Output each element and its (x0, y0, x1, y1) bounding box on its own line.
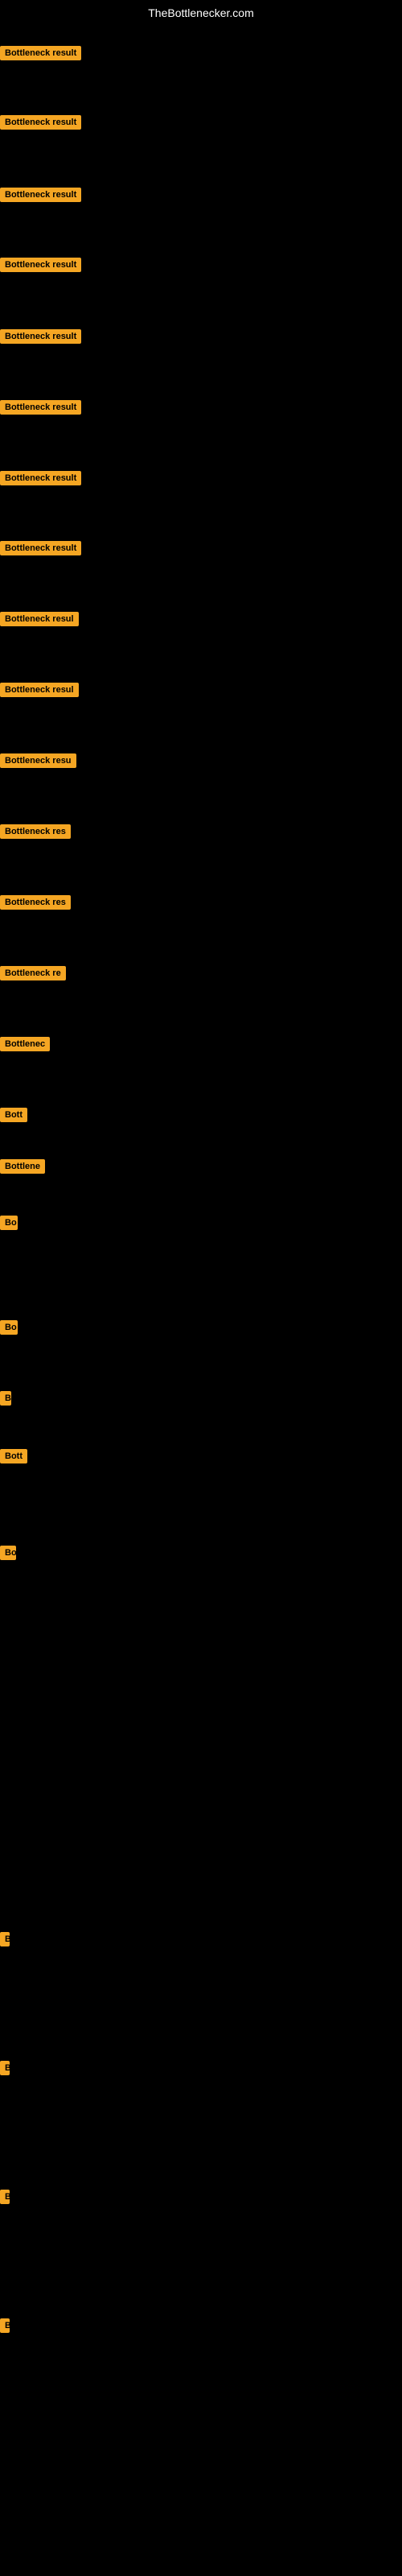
bottleneck-badge-9: Bottleneck resul (0, 612, 79, 626)
bottleneck-badge-19: Bo (0, 1320, 18, 1335)
bottleneck-badge-16: Bott (0, 1108, 27, 1122)
bottleneck-badge-12: Bottleneck res (0, 824, 71, 839)
bottleneck-badge-23: B (0, 1932, 10, 1946)
bottleneck-badge-7: Bottleneck result (0, 471, 81, 485)
bottleneck-badge-25: B (0, 2190, 10, 2204)
bottleneck-badge-11: Bottleneck resu (0, 753, 76, 768)
bottleneck-badge-20: B (0, 1391, 11, 1406)
bottleneck-badge-17: Bottlene (0, 1159, 45, 1174)
site-title: TheBottlenecker.com (0, 0, 402, 26)
bottleneck-badge-18: Bo (0, 1216, 18, 1230)
bottleneck-badge-5: Bottleneck result (0, 329, 81, 344)
bottleneck-badge-4: Bottleneck result (0, 258, 81, 272)
bottleneck-badge-26: B (0, 2318, 10, 2333)
bottleneck-badge-22: Bo (0, 1546, 16, 1560)
bottleneck-badge-1: Bottleneck result (0, 46, 81, 60)
bottleneck-badge-8: Bottleneck result (0, 541, 81, 555)
bottleneck-badge-24: B (0, 2061, 10, 2075)
bottleneck-badge-10: Bottleneck resul (0, 683, 79, 697)
bottleneck-badge-14: Bottleneck re (0, 966, 66, 980)
bottleneck-badge-2: Bottleneck result (0, 115, 81, 130)
bottleneck-badge-13: Bottleneck res (0, 895, 71, 910)
bottleneck-badge-3: Bottleneck result (0, 188, 81, 202)
bottleneck-badge-21: Bott (0, 1449, 27, 1463)
bottleneck-badge-15: Bottlenec (0, 1037, 50, 1051)
bottleneck-badge-6: Bottleneck result (0, 400, 81, 415)
